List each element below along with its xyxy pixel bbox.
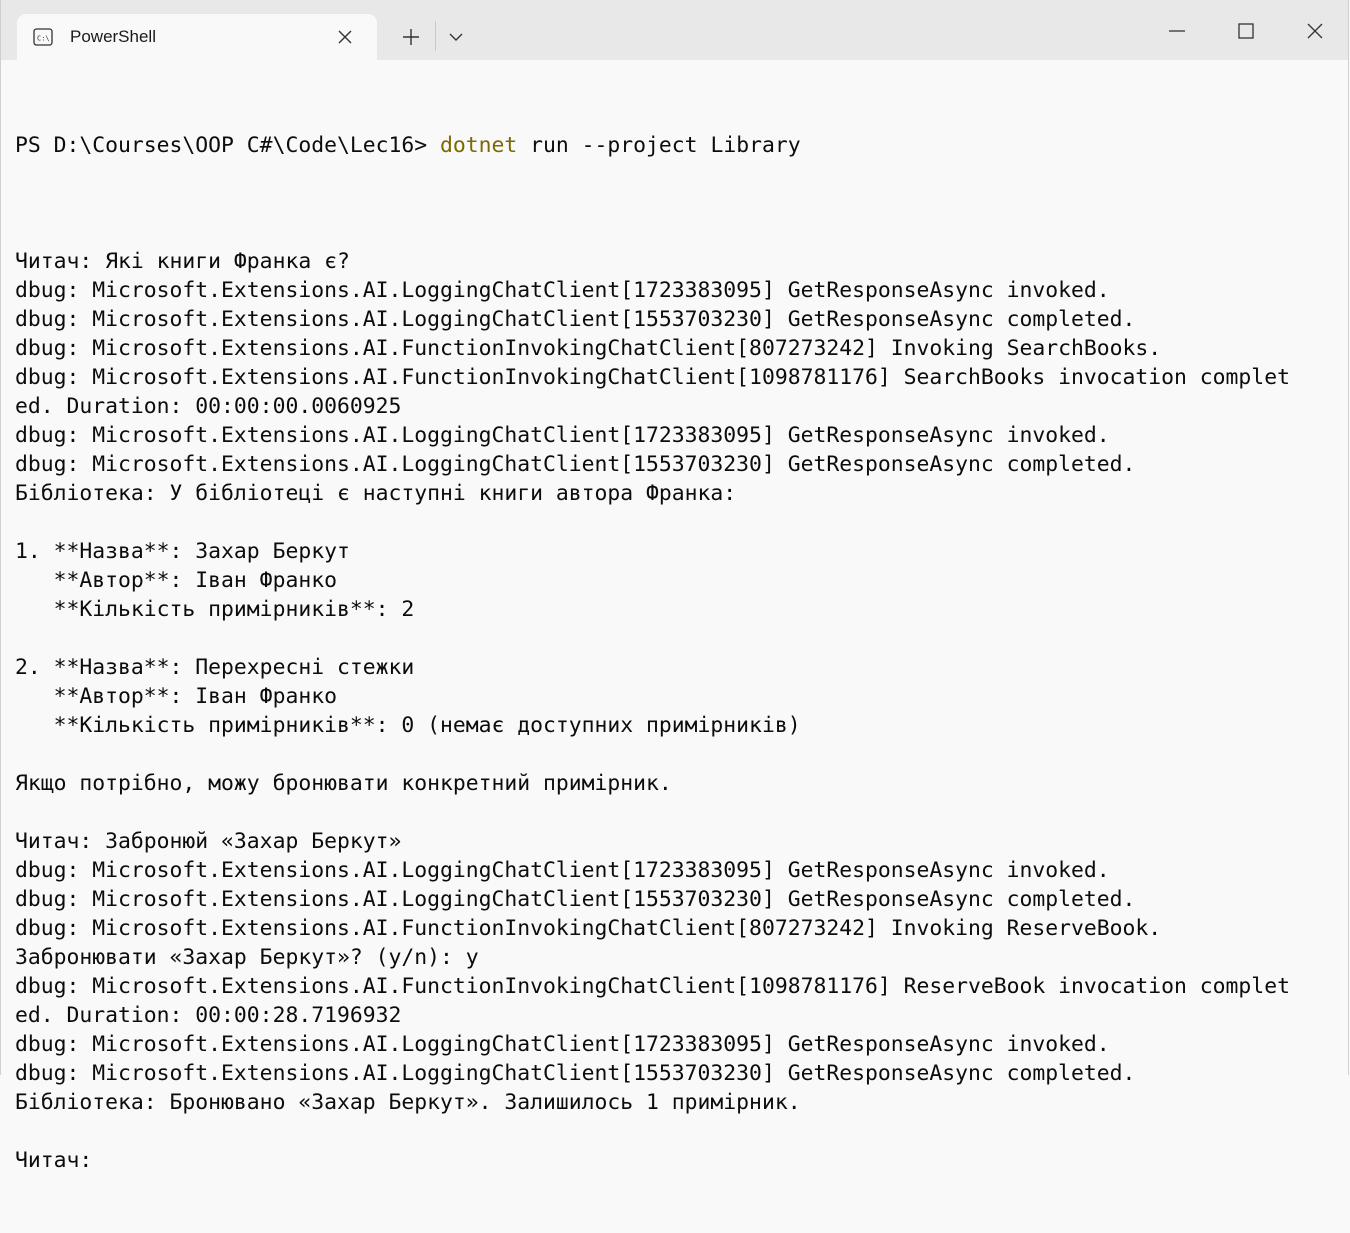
tab-title: PowerShell (70, 27, 156, 46)
output-line: dbug: Microsoft.Extensions.AI.FunctionIn… (15, 974, 1290, 999)
output-line: ed. Duration: 00:00:00.0060925 (15, 394, 402, 419)
output-line: Забронювати «Захар Беркут»? (y/n): y (15, 945, 479, 970)
prompt-text: PS D:\Courses\OOP C#\Code\Lec16> (15, 133, 440, 158)
title-bar[interactable]: C:\ PowerShell (1, 0, 1348, 60)
output-line: dbug: Microsoft.Extensions.AI.LoggingCha… (15, 887, 1136, 912)
minimize-icon[interactable] (1160, 14, 1194, 48)
output-line: **Кількість примірників**: 0 (немає дост… (15, 713, 801, 738)
close-icon[interactable] (1298, 14, 1332, 48)
close-tab-icon[interactable] (335, 27, 355, 47)
tab-powershell[interactable]: C:\ PowerShell (17, 14, 377, 60)
output-line: dbug: Microsoft.Extensions.AI.FunctionIn… (15, 365, 1290, 390)
output-line: dbug: Microsoft.Extensions.AI.LoggingCha… (15, 307, 1136, 332)
command-text: dotnet (439, 133, 518, 158)
maximize-icon[interactable] (1229, 14, 1263, 48)
output-line: dbug: Microsoft.Extensions.AI.FunctionIn… (15, 336, 1162, 361)
output-line: **Кількість примірників**: 2 (15, 597, 415, 622)
output-line: 2. **Назва**: Перехресні стежки (15, 655, 415, 680)
output-line: Якщо потрібно, можу бронювати конкретний… (15, 771, 672, 796)
command-args: run --project Library (517, 133, 801, 158)
output-line: Читач: (15, 1148, 93, 1173)
output-line: **Автор**: Іван Франко (15, 684, 337, 709)
chevron-down-icon[interactable] (441, 20, 471, 54)
output-line: dbug: Microsoft.Extensions.AI.LoggingCha… (15, 278, 1110, 303)
output-line: dbug: Microsoft.Extensions.AI.FunctionIn… (15, 916, 1162, 941)
output-line: Бібліотека: Бронювано «Захар Беркут». За… (15, 1090, 801, 1115)
output-line: dbug: Microsoft.Extensions.AI.LoggingCha… (15, 858, 1110, 883)
output-line: ed. Duration: 00:00:28.7196932 (15, 1003, 402, 1028)
tab-separator (435, 21, 436, 51)
terminal-output[interactable]: PS D:\Courses\OOP C#\Code\Lec16> dotnet … (15, 73, 1335, 1233)
output-line: Читач: Які книги Франка є? (15, 249, 350, 274)
terminal-window: C:\ PowerShell PS D:\Courses\OOP C#\Code… (0, 0, 1349, 1173)
plus-icon[interactable] (391, 20, 431, 54)
output-lines: Читач: Які книги Франка є? dbug: Microsof… (15, 218, 1335, 1175)
output-line: dbug: Microsoft.Extensions.AI.LoggingCha… (15, 1032, 1110, 1057)
output-line: dbug: Microsoft.Extensions.AI.LoggingCha… (15, 1061, 1136, 1086)
output-line: Бібліотека: У бібліотеці є наступні книг… (15, 481, 737, 506)
prompt-line: PS D:\Courses\OOP C#\Code\Lec16> dotnet … (15, 131, 1335, 160)
output-line: Читач: Забронюй «Захар Беркут» (15, 829, 402, 854)
terminal-icon: C:\ (33, 28, 53, 46)
svg-text:C:\: C:\ (37, 35, 50, 43)
output-line: dbug: Microsoft.Extensions.AI.LoggingCha… (15, 452, 1136, 477)
output-line: dbug: Microsoft.Extensions.AI.LoggingCha… (15, 423, 1110, 448)
output-line: **Автор**: Іван Франко (15, 568, 337, 593)
output-line: 1. **Назва**: Захар Беркут (15, 539, 350, 564)
